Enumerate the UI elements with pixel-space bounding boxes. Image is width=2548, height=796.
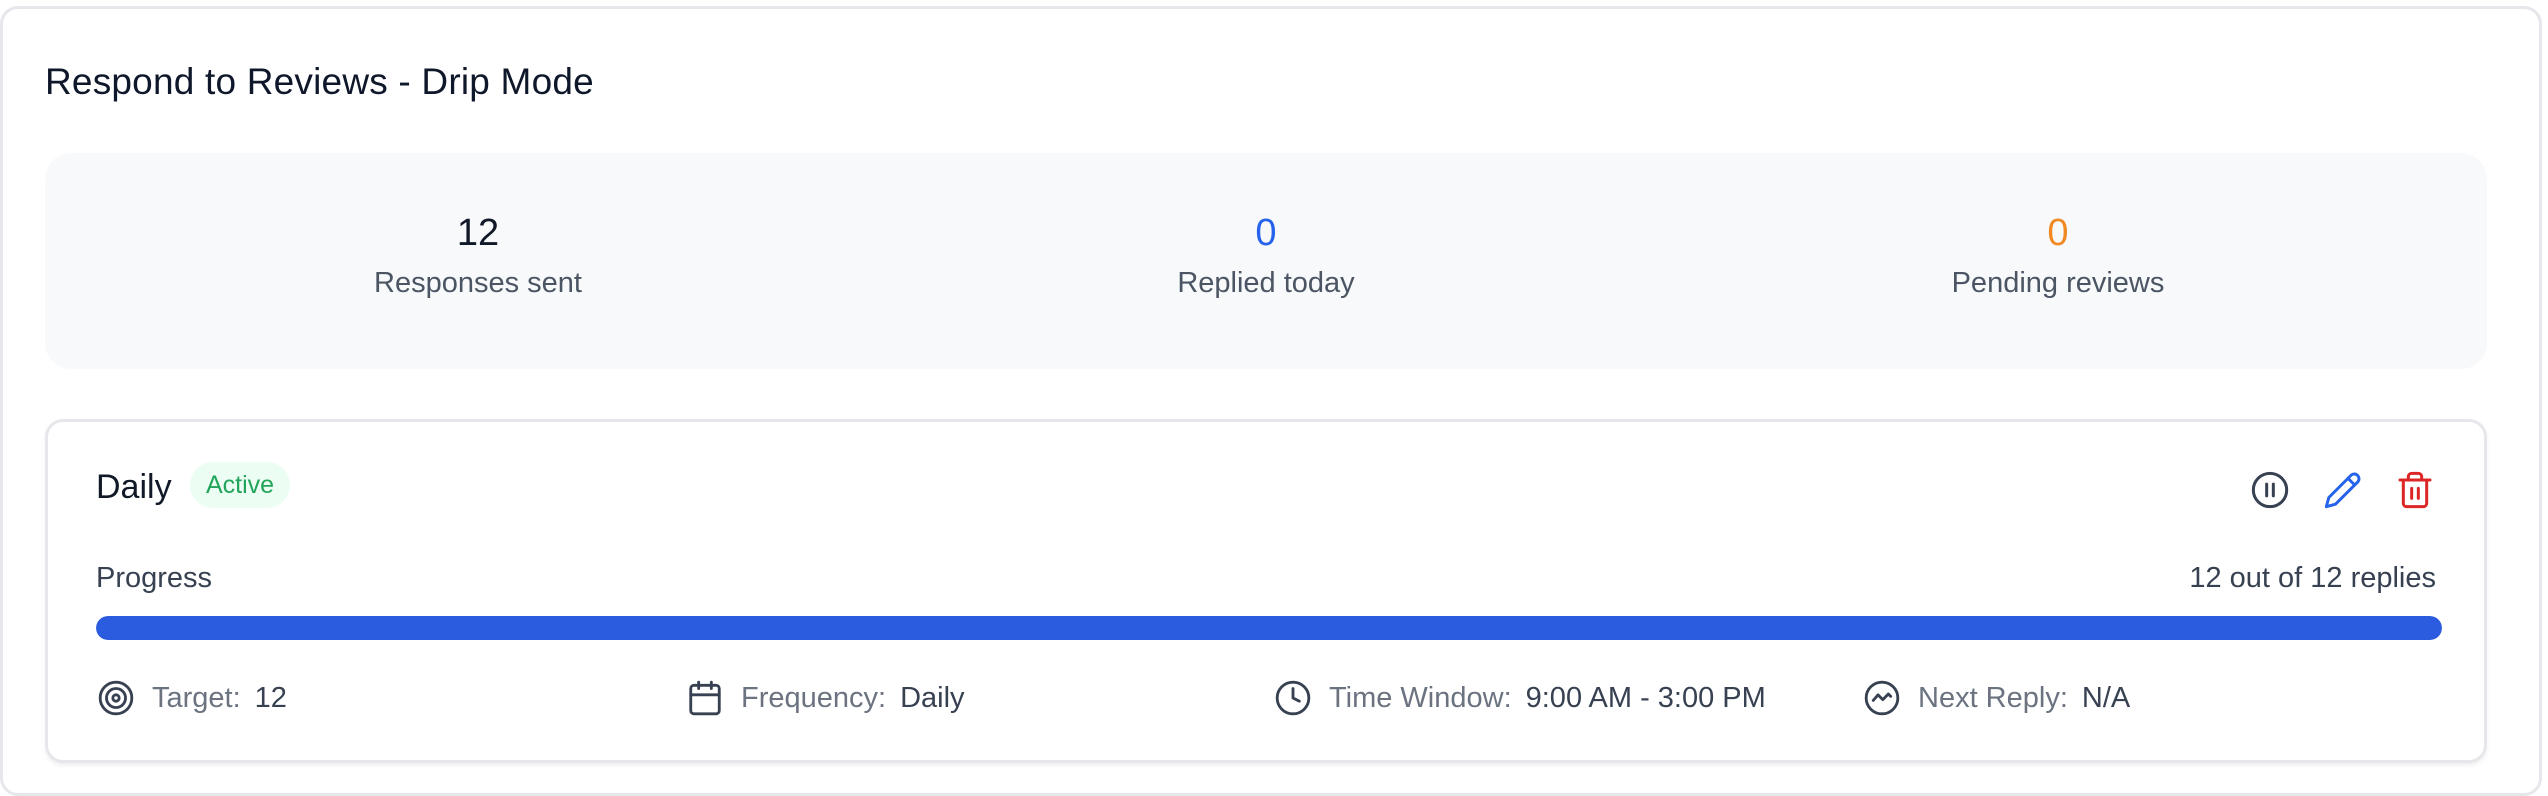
meta-value: 9:00 AM - 3:00 PM xyxy=(1525,681,1766,714)
schedule-card: Daily Active Progress 12 out of 12 repli… xyxy=(45,419,2487,763)
stat-label: Pending reviews xyxy=(1951,267,2165,299)
trash-icon xyxy=(2398,471,2432,509)
meta-time-window: Time Window: 9:00 AM - 3:00 PM xyxy=(1273,676,1766,720)
progress-label: Progress xyxy=(96,562,213,594)
progress-count: 12 out of 12 replies xyxy=(2189,562,2436,594)
status-badge: Active xyxy=(190,462,291,508)
calendar-icon xyxy=(685,678,725,718)
stat-replied-today: 0 Replied today xyxy=(966,211,1566,300)
stat-value: 12 xyxy=(456,212,500,254)
target-icon xyxy=(96,678,136,718)
meta-label: Target: xyxy=(152,681,241,714)
schedule-title: Daily xyxy=(96,468,172,506)
meta-label: Time Window: xyxy=(1329,681,1512,714)
meta-label: Next Reply: xyxy=(1918,681,2068,714)
stat-label: Responses sent xyxy=(374,267,582,299)
pencil-icon xyxy=(2324,472,2361,509)
stat-pending-reviews: 0 Pending reviews xyxy=(1758,211,2358,300)
meta-next-reply: Next Reply: N/A xyxy=(1862,676,2130,720)
stat-responses-sent: 12 Responses sent xyxy=(178,211,778,300)
pause-circle-icon xyxy=(2251,471,2289,509)
meta-label: Frequency: xyxy=(741,681,887,714)
meta-value: 12 xyxy=(254,681,287,714)
activity-icon xyxy=(1862,678,1902,718)
meta-frequency: Frequency: Daily xyxy=(685,676,965,720)
stat-value: 0 xyxy=(1255,212,1277,254)
meta-value: Daily xyxy=(900,681,965,714)
delete-button[interactable] xyxy=(2391,466,2439,514)
progress-bar-fill xyxy=(96,616,2442,640)
drip-mode-panel: Respond to Reviews - Drip Mode 12 Respon… xyxy=(0,6,2542,796)
stats-summary: 12 Responses sent 0 Replied today 0 Pend… xyxy=(45,153,2487,369)
edit-button[interactable] xyxy=(2319,466,2367,514)
meta-target: Target: 12 xyxy=(96,676,287,720)
stat-label: Replied today xyxy=(1177,267,1355,299)
stat-value: 0 xyxy=(2047,212,2069,254)
page-title: Respond to Reviews - Drip Mode xyxy=(45,61,594,102)
pause-button[interactable] xyxy=(2246,466,2294,514)
progress-bar xyxy=(96,616,2442,640)
clock-icon xyxy=(1273,678,1313,718)
meta-value: N/A xyxy=(2081,681,2131,714)
